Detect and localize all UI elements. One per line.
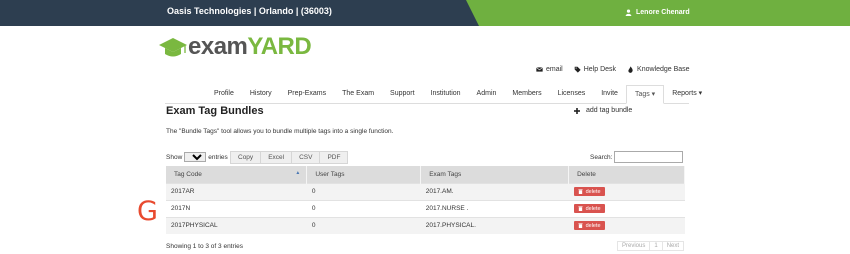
delete-cell: delete [568, 216, 685, 234]
page-length-control: Show 10 entries [166, 152, 228, 162]
tag-code-cell: 2017N [166, 199, 307, 217]
previous-page-button[interactable]: Previous [617, 241, 651, 251]
tag-code-cell: 2017PHYSICAL [166, 216, 307, 234]
nav-institution[interactable]: Institution [423, 85, 469, 104]
add-tag-bundle-button[interactable]: add tag bundle [574, 107, 632, 114]
delete-cell: delete [568, 199, 685, 217]
trash-icon [577, 223, 583, 229]
envelope-icon [536, 67, 543, 72]
table-row: 2017PHYSICAL 0 2017.PHYSICAL. delete [166, 216, 685, 234]
pagination: Previous 1 Next [617, 241, 685, 251]
delete-button[interactable]: delete [573, 187, 605, 196]
exam-tags-cell: 2017.PHYSICAL. [420, 216, 569, 234]
user-icon [625, 9, 632, 16]
copy-button[interactable]: Copy [230, 151, 262, 164]
excel-button[interactable]: Excel [260, 151, 293, 164]
help-desk-link[interactable]: Help Desk [574, 66, 616, 73]
show-label: Show [166, 153, 183, 161]
user-name: Lenore Chenard [636, 9, 690, 16]
export-buttons: Copy Excel CSV PDF [230, 151, 349, 164]
examyard-logo[interactable]: examYARD [158, 33, 312, 60]
delete-cell: delete [568, 182, 685, 200]
page-title: Exam Tag Bundles [166, 105, 264, 117]
nav-admin[interactable]: Admin [469, 85, 505, 104]
user-tags-cell: 0 [306, 199, 421, 217]
table-search: Search: [590, 151, 684, 163]
nav-history[interactable]: History [242, 85, 280, 104]
page-length-select[interactable]: 10 [184, 152, 207, 162]
exam-tags-cell: 2017.NURSE . [420, 199, 569, 217]
email-link[interactable]: email [536, 66, 563, 73]
tag-icon [574, 66, 581, 73]
entries-label: entries [208, 153, 228, 161]
add-tag-bundle-label: add tag bundle [586, 107, 633, 114]
nav-reports[interactable]: Reports ▾ [664, 85, 710, 104]
overlay-letter: G [137, 196, 158, 227]
utility-links: email Help Desk Knowledge Base [536, 66, 690, 73]
next-page-button[interactable]: Next [661, 241, 685, 251]
delete-button[interactable]: delete [573, 221, 605, 231]
top-bar: Oasis Technologies | Orlando | (36003) L… [0, 0, 850, 26]
column-header-user-tags[interactable]: User Tags [306, 166, 422, 183]
user-tags-cell: 0 [306, 216, 421, 234]
nav-members[interactable]: Members [504, 85, 549, 104]
trash-icon [577, 206, 583, 211]
exam-tags-cell: 2017.AM. [420, 182, 569, 200]
sort-ascending-icon: ▲ [295, 170, 301, 176]
knowledge-base-link[interactable]: Knowledge Base [627, 66, 690, 73]
graduation-cap-icon [159, 38, 187, 57]
table-row: 2017N 0 2017.NURSE . delete [166, 199, 685, 217]
tag-bundles-table: Tag Code ▲ User Tags Exam Tags Delete 201… [166, 166, 685, 234]
column-header-exam-tags[interactable]: Exam Tags [420, 166, 570, 183]
page-description: The "Bundle Tags" tool allows you to bun… [166, 128, 394, 135]
column-header-delete[interactable]: Delete [568, 166, 685, 183]
nav-support[interactable]: Support [382, 85, 423, 104]
delete-button[interactable]: delete [573, 204, 605, 213]
plus-icon [574, 107, 580, 114]
main-nav: Profile History Prep-Exams The Exam Supp… [206, 85, 710, 104]
user-tags-cell: 0 [306, 182, 421, 200]
tag-code-cell: 2017AR [166, 182, 307, 200]
user-menu[interactable]: Lenore Chenard [625, 9, 690, 16]
trash-icon [577, 189, 583, 194]
nav-invite[interactable]: Invite [593, 85, 626, 104]
page-1-button[interactable]: 1 [649, 241, 663, 251]
nav-tags[interactable]: Tags ▾ [625, 85, 665, 104]
column-header-tag-code[interactable]: Tag Code ▲ [166, 166, 308, 183]
nav-profile[interactable]: Profile [206, 85, 242, 104]
logo-text: examYARD [188, 33, 312, 60]
csv-button[interactable]: CSV [291, 151, 321, 164]
table-row: 2017AR 0 2017.AM. delete [166, 182, 685, 200]
fire-icon [628, 66, 633, 73]
search-label: Search: [590, 153, 613, 161]
nav-prep-exams[interactable]: Prep-Exams [280, 85, 335, 104]
nav-licenses[interactable]: Licenses [550, 85, 594, 104]
search-input[interactable] [614, 151, 684, 163]
nav-the-exam[interactable]: The Exam [334, 85, 382, 104]
pdf-button[interactable]: PDF [319, 151, 349, 164]
organization-label: Oasis Technologies | Orlando | (36003) [167, 6, 332, 16]
table-info: Showing 1 to 3 of 3 entries [166, 243, 243, 250]
